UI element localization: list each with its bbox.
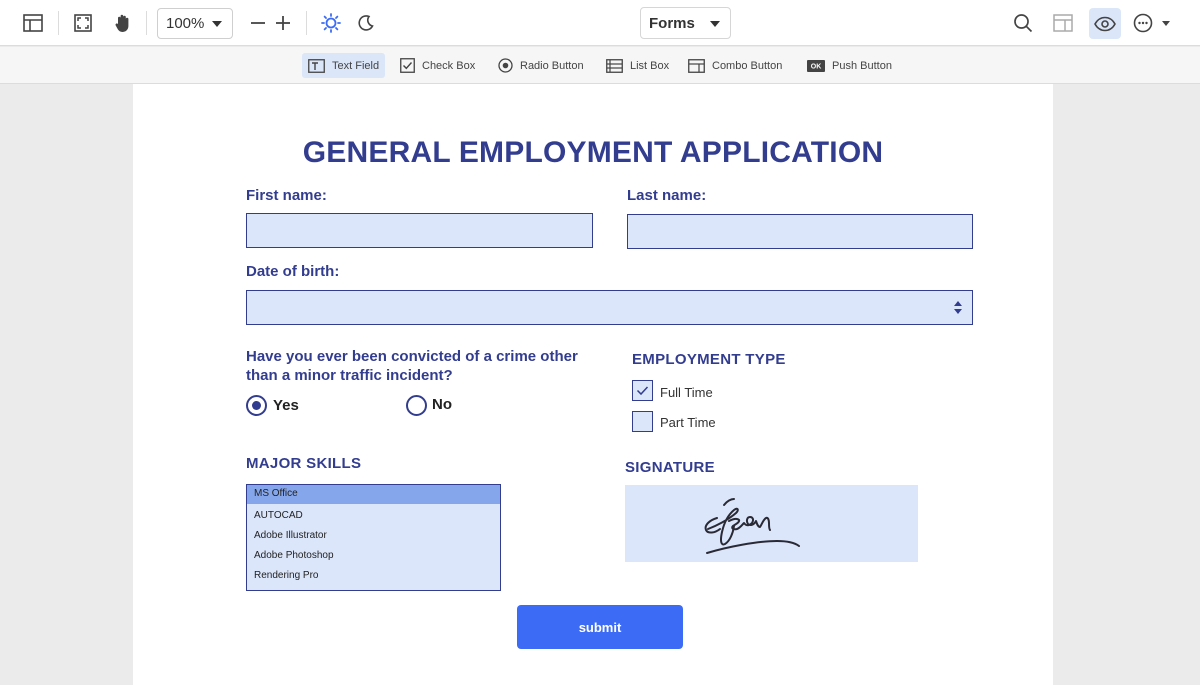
tool-push-button[interactable]: OK Push Button xyxy=(801,53,898,78)
submit-button[interactable]: submit xyxy=(517,605,683,649)
more-options-icon[interactable] xyxy=(1131,8,1175,38)
yes-radio[interactable] xyxy=(246,395,267,416)
part-time-label: Part Time xyxy=(660,415,716,430)
zoom-in-icon[interactable] xyxy=(268,8,298,38)
dob-field[interactable] xyxy=(246,290,973,325)
full-time-checkbox[interactable] xyxy=(632,380,653,401)
radio-selected-dot xyxy=(252,401,261,410)
zoom-select[interactable]: 100% xyxy=(157,8,233,39)
top-toolbar: 100% Forms xyxy=(0,0,1200,46)
list-item[interactable]: Adobe Illustrator xyxy=(247,526,500,546)
first-name-field[interactable] xyxy=(246,213,593,248)
full-time-label: Full Time xyxy=(660,385,713,400)
zoom-value: 100% xyxy=(166,15,205,32)
toolbar-divider xyxy=(146,11,147,35)
fit-screen-icon[interactable] xyxy=(68,8,98,38)
yes-label: Yes xyxy=(273,397,299,414)
employment-type-title: EMPLOYMENT TYPE xyxy=(632,351,786,368)
layout-icon[interactable] xyxy=(18,8,48,38)
checkmark-icon xyxy=(636,386,649,396)
preview-eye-icon[interactable] xyxy=(1089,8,1121,39)
search-icon[interactable] xyxy=(1008,8,1038,38)
radio-button-icon xyxy=(498,58,513,73)
tool-radio-button[interactable]: Radio Button xyxy=(492,53,590,78)
list-item[interactable]: Rendering Pro xyxy=(247,566,500,586)
mode-select[interactable]: Forms xyxy=(640,7,731,39)
tool-label: Text Field xyxy=(332,59,380,72)
tool-list-box[interactable]: List Box xyxy=(600,53,675,78)
chevron-down-icon xyxy=(710,21,720,27)
part-time-checkbox[interactable] xyxy=(632,411,653,432)
toolbar-divider xyxy=(58,11,59,35)
dark-mode-icon[interactable] xyxy=(351,8,381,38)
hand-tool-icon[interactable] xyxy=(108,8,138,38)
list-box-icon xyxy=(606,58,623,73)
no-label: No xyxy=(432,396,452,413)
tool-text-field[interactable]: Text Field xyxy=(302,53,386,78)
document-page: GENERAL EMPLOYMENT APPLICATION First nam… xyxy=(133,84,1053,685)
light-mode-icon[interactable] xyxy=(316,8,346,38)
form-title: GENERAL EMPLOYMENT APPLICATION xyxy=(302,136,884,169)
last-name-field[interactable] xyxy=(627,214,973,249)
tool-label: Push Button xyxy=(832,59,892,72)
chevron-down-icon xyxy=(212,21,222,27)
dob-label: Date of birth: xyxy=(246,263,340,280)
list-item[interactable]: AUTOCAD xyxy=(247,506,500,526)
tool-label: List Box xyxy=(630,59,670,72)
conviction-question: Have you ever been convicted of a crime … xyxy=(246,348,578,384)
signature-image xyxy=(704,498,800,554)
combo-button-icon xyxy=(688,58,705,73)
list-item[interactable]: MS Office xyxy=(247,485,500,504)
signature-field[interactable] xyxy=(625,485,918,562)
toolbar-divider xyxy=(306,11,307,35)
major-skills-title: MAJOR SKILLS xyxy=(246,455,362,472)
tool-label: Combo Button xyxy=(712,59,783,72)
push-button-icon-badge: OK xyxy=(811,63,822,70)
tool-check-box[interactable]: Check Box xyxy=(394,53,481,78)
spinner-up-icon[interactable] xyxy=(954,301,962,306)
tool-label: Radio Button xyxy=(520,59,584,72)
signature-title: SIGNATURE xyxy=(625,459,715,476)
spinner-down-icon[interactable] xyxy=(954,309,962,314)
last-name-label: Last name: xyxy=(627,187,707,204)
mode-value: Forms xyxy=(649,14,695,32)
no-radio[interactable] xyxy=(406,395,427,416)
text-field-icon xyxy=(308,58,325,73)
list-item[interactable]: Adobe Photoshop xyxy=(247,546,500,566)
push-button-icon: OK xyxy=(807,59,825,72)
first-name-label: First name: xyxy=(246,187,327,204)
forms-toolbar: Text Field Check Box Radio Button List B… xyxy=(0,47,1200,84)
check-box-icon xyxy=(400,58,415,73)
tool-combo-button[interactable]: Combo Button xyxy=(682,53,788,78)
skills-listbox[interactable]: MS Office AUTOCAD Adobe Illustrator Adob… xyxy=(246,484,501,591)
panel-layout-icon[interactable] xyxy=(1048,8,1078,38)
tool-label: Check Box xyxy=(422,59,476,72)
